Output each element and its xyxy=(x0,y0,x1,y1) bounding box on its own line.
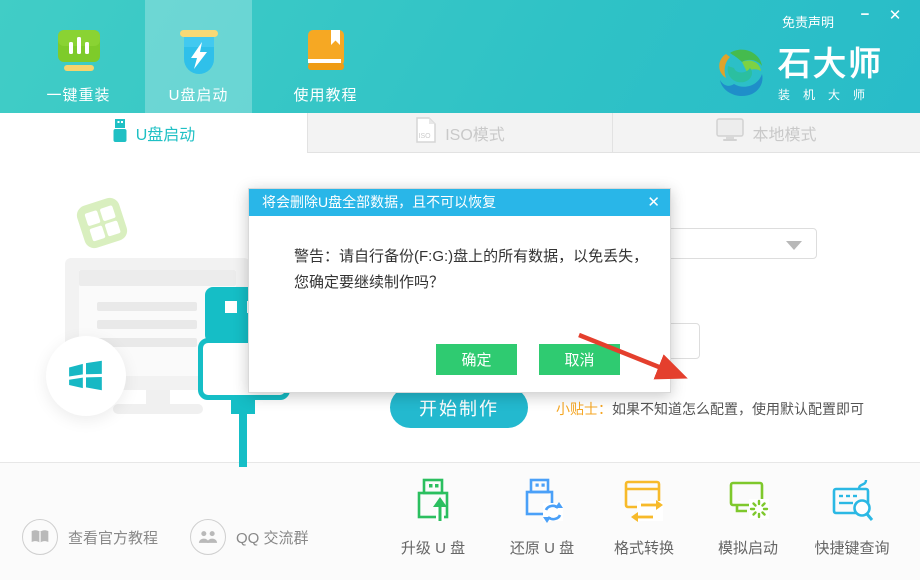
upgrade-usb-icon xyxy=(410,512,456,529)
warning-line-1: 警告：请自行备份(F:G:)盘上的所有数据，以免丢失， xyxy=(294,244,648,270)
tool-upgrade-usb[interactable]: 升级 U 盘 xyxy=(379,477,487,558)
tab-usb-boot[interactable]: U盘启动 xyxy=(0,113,307,153)
logo-subtitle: 装机大师 xyxy=(778,86,883,103)
nav-label-tutorial: 使用教程 xyxy=(272,84,379,105)
usb-stick-icon xyxy=(112,119,128,148)
logo-title: 石大师 xyxy=(778,44,883,84)
book-icon xyxy=(22,519,58,555)
header: 一键重装 U盘启动 xyxy=(0,0,920,113)
disclaimer-link[interactable]: 免责声明 xyxy=(782,12,834,31)
windows-tile-icon xyxy=(74,195,129,250)
windows-logo-circle xyxy=(46,336,126,416)
dialog-close-icon[interactable]: ✕ xyxy=(647,193,660,211)
iso-file-icon: ISO xyxy=(415,117,437,148)
nav-label-usb-boot: U盘启动 xyxy=(145,84,252,105)
tool-label-upgrade-usb: 升级 U 盘 xyxy=(379,537,487,558)
official-tutorial-link[interactable]: 查看官方教程 xyxy=(22,519,158,555)
mode-tabs: U盘启动 ISO ISO模式 本地模式 xyxy=(0,113,920,153)
nav-label-reinstall: 一键重装 xyxy=(25,84,132,105)
tip-label: 小贴士： xyxy=(556,401,612,417)
logo-icon xyxy=(712,44,770,107)
nav-item-reinstall[interactable]: 一键重装 xyxy=(25,0,132,113)
qq-group-link[interactable]: QQ 交流群 xyxy=(190,519,309,555)
format-convert-icon xyxy=(621,512,667,529)
tip-text: 小贴士：如果不知道怎么配置，使用默认配置即可 xyxy=(556,399,864,419)
tool-format-convert[interactable]: 格式转换 xyxy=(590,477,698,558)
logo: 石大师 装机大师 xyxy=(712,44,883,107)
tip-body: 如果不知道怎么配置，使用默认配置即可 xyxy=(612,401,864,417)
app-window: 一键重装 U盘启动 xyxy=(0,0,920,580)
dialog-warning-text: 警告：请自行备份(F:G:)盘上的所有数据，以免丢失， 您确定要继续制作吗？ xyxy=(294,244,648,296)
usb-boot-shield-icon xyxy=(174,28,224,83)
confirm-button[interactable]: 确定 xyxy=(436,344,517,375)
simulate-boot-icon xyxy=(725,512,771,529)
close-button[interactable]: ✕ xyxy=(884,6,906,24)
windows-flag-icon xyxy=(67,357,105,395)
tool-restore-usb[interactable]: 还原 U 盘 xyxy=(488,477,596,558)
monitor-icon xyxy=(716,118,744,147)
one-key-reinstall-icon xyxy=(56,28,102,79)
svg-text:ISO: ISO xyxy=(419,133,432,140)
tool-simulate-boot[interactable]: 模拟启动 xyxy=(694,477,802,558)
chevron-down-icon xyxy=(786,241,802,250)
monitor-stand xyxy=(146,390,170,404)
tab-label-iso-mode: ISO模式 xyxy=(445,121,505,145)
hotkey-query-icon xyxy=(829,512,875,529)
tool-hotkey-query[interactable]: 快捷键查询 xyxy=(798,477,906,558)
tab-label-local-mode: 本地模式 xyxy=(752,121,816,145)
start-make-button[interactable]: 开始制作 xyxy=(390,387,528,428)
dialog-title: 将会删除U盘全部数据，且不可以恢复 xyxy=(249,189,670,216)
usb-cable xyxy=(239,412,247,467)
tab-label-usb-boot: U盘启动 xyxy=(136,121,196,145)
monitor-base xyxy=(113,404,203,414)
qq-group-label: QQ 交流群 xyxy=(236,527,309,548)
footer: 查看官方教程 QQ 交流群 xyxy=(0,462,920,580)
nav-item-usb-boot[interactable]: U盘启动 xyxy=(145,0,252,113)
tool-label-hotkey-query: 快捷键查询 xyxy=(798,537,906,558)
tool-label-format-convert: 格式转换 xyxy=(590,537,698,558)
official-tutorial-label: 查看官方教程 xyxy=(68,527,158,548)
tool-label-restore-usb: 还原 U 盘 xyxy=(488,537,596,558)
main-panel: 开始制作 小贴士：如果不知道怎么配置，使用默认配置即可 将会删除U盘全部数据，且… xyxy=(0,153,920,462)
nav-item-tutorial[interactable]: 使用教程 xyxy=(272,0,379,113)
cancel-button[interactable]: 取消 xyxy=(539,344,620,375)
confirm-dialog: 将会删除U盘全部数据，且不可以恢复 ✕ 警告：请自行备份(F:G:)盘上的所有数… xyxy=(248,188,671,393)
tutorial-book-icon xyxy=(305,28,347,77)
tool-label-simulate-boot: 模拟启动 xyxy=(694,537,802,558)
tab-iso-mode[interactable]: ISO ISO模式 xyxy=(307,113,613,153)
warning-line-2: 您确定要继续制作吗？ xyxy=(294,270,648,296)
restore-usb-icon xyxy=(519,512,565,529)
people-icon xyxy=(190,519,226,555)
tab-local-mode[interactable]: 本地模式 xyxy=(613,113,920,153)
minimize-button[interactable]: − xyxy=(854,6,876,23)
